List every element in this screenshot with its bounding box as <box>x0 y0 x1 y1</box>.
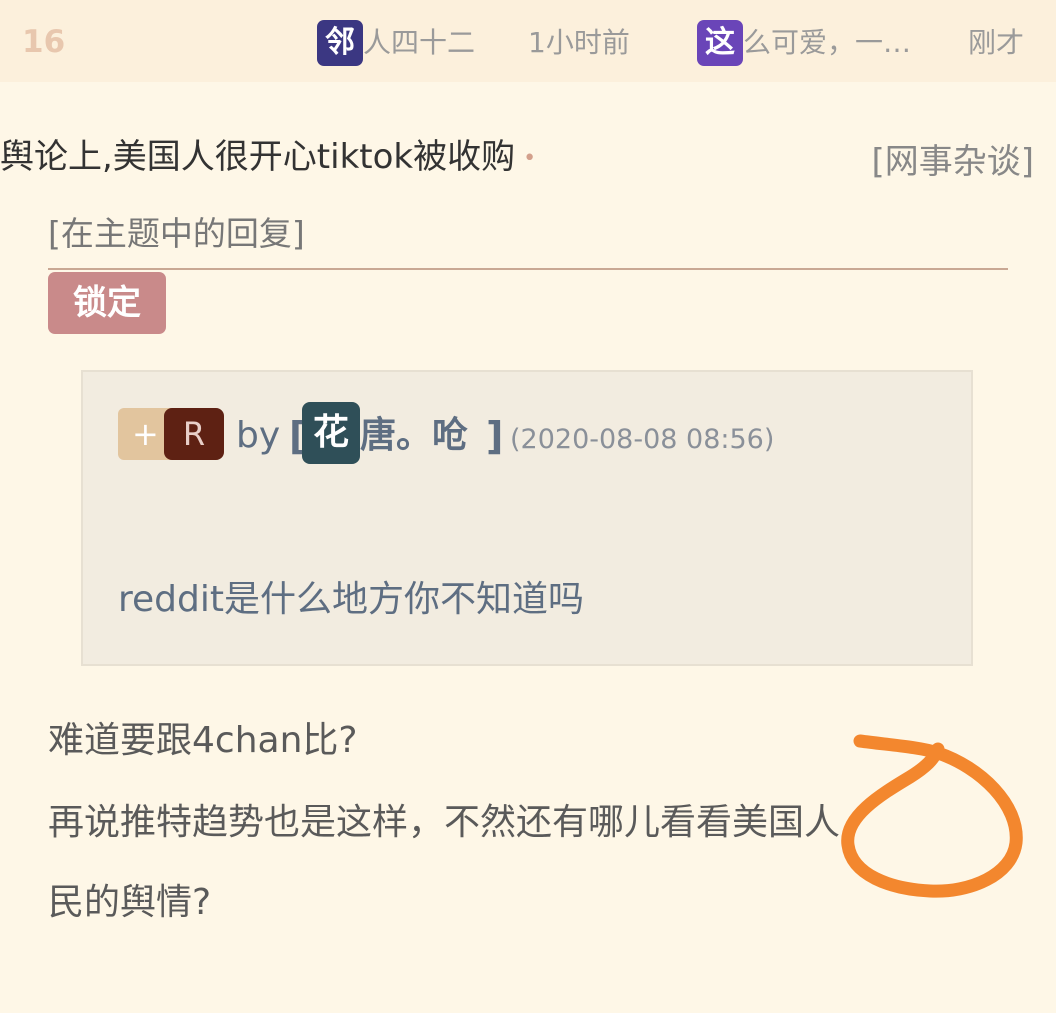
reply-line-1: 难道要跟4chan比? <box>48 720 358 761</box>
lock-badge: 锁定 <box>48 272 166 334</box>
latest-reply-text-1[interactable]: 人四十二 <box>363 20 475 66</box>
quote-bracket-close: ] <box>486 414 504 458</box>
reply-line-3: 民的舆情? <box>48 882 212 923</box>
reddit-badge: R <box>164 408 224 460</box>
latest-reply-time-2: 刚才 <box>968 26 1025 59</box>
forum-tag[interactable]: [网事杂谈] <box>871 138 1034 186</box>
hand-drawn-circle-annotation <box>841 734 1023 898</box>
quote-text: reddit是什么地方你不知道吗 <box>118 579 584 620</box>
unread-dot-icon: • <box>523 145 537 171</box>
reply-in-thread-label: [在主题中的回复] <box>48 214 305 253</box>
thread-title[interactable]: 舆论上,美国人很开心tiktok被收购 <box>0 137 515 177</box>
quote-by-label: by <box>236 415 281 456</box>
quote-author-name[interactable]: 唐。呛 <box>360 412 468 460</box>
divider <box>48 268 1008 270</box>
latest-reply-text-2[interactable]: 么可爱，一… <box>743 20 911 66</box>
latest-reply-time-1: 1小时前 <box>528 26 630 59</box>
quote-author-avatar[interactable]: 花 <box>302 402 360 464</box>
quote-timestamp: (2020-08-08 08:56) <box>510 424 775 455</box>
top-bar: 16 邻 人四十二 1小时前 这 么可爱，一… 刚才 <box>0 0 1056 82</box>
thread-title-row[interactable]: 舆论上,美国人很开心tiktok被收购 • <box>0 132 536 184</box>
latest-reply-avatar-1[interactable]: 邻 <box>317 20 363 66</box>
latest-reply-avatar-2[interactable]: 这 <box>697 20 743 66</box>
floor-number: 16 <box>22 24 66 60</box>
reply-line-2: 再说推特趋势也是这样，不然还有哪儿看看美国人 <box>48 802 841 843</box>
